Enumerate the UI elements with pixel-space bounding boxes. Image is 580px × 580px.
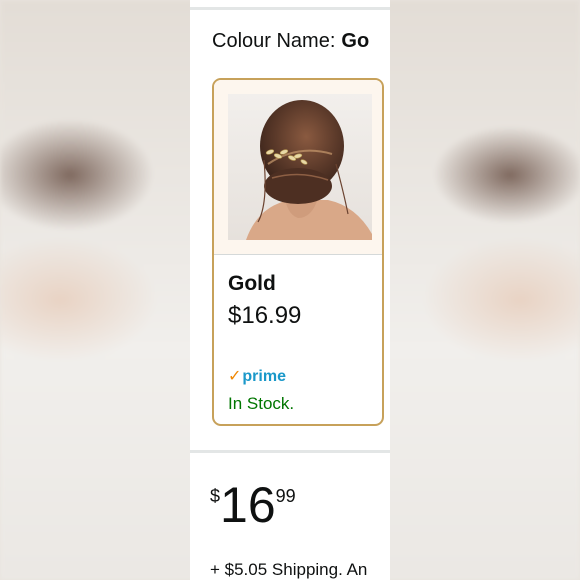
product-page: Colour Name: Go Gold $16.99 ✓prime In St…: [190, 0, 390, 580]
price-currency: $: [210, 486, 221, 506]
prime-check-icon: ✓: [228, 368, 242, 385]
colour-swatch-gold[interactable]: Gold $16.99 ✓prime In Stock.: [212, 78, 384, 426]
colour-name-row: Colour Name: Go: [212, 30, 369, 53]
section-divider: [190, 450, 390, 453]
shipping-info: + $5.05 Shipping. An: [210, 560, 368, 579]
section-divider: [190, 7, 390, 10]
price-whole: 16: [220, 477, 276, 533]
swatch-image: [214, 80, 382, 255]
stock-status: In Stock.: [228, 394, 295, 413]
hair-updo-photo: [228, 94, 372, 240]
prime-label: prime: [242, 368, 286, 385]
swatch-name: Gold: [228, 272, 276, 295]
prime-badge: ✓prime: [228, 366, 286, 386]
swatch-price: $16.99: [228, 302, 302, 329]
colour-name-value: Go: [341, 30, 370, 52]
price-fraction: 99: [275, 486, 296, 506]
screenshot-stage: Colour Name: Go Gold $16.99 ✓prime In St…: [0, 0, 580, 580]
buy-box-price: $1699: [210, 480, 296, 530]
colour-name-label: Colour Name:: [212, 30, 336, 52]
